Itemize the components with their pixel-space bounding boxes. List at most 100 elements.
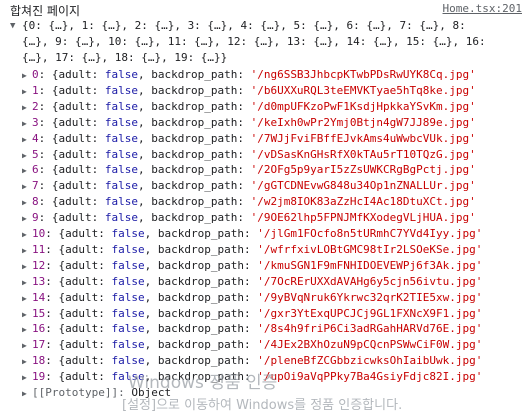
backdrop-key: , backdrop_path: bbox=[144, 274, 258, 288]
entry-open-text: {adult: bbox=[58, 258, 112, 272]
prototype-value: Object bbox=[131, 386, 172, 399]
entry-index: 2 bbox=[32, 99, 39, 113]
backdrop-key: , backdrop_path: bbox=[137, 83, 251, 97]
entry-open-text: {adult: bbox=[58, 338, 112, 352]
backdrop-path-value: '/kmuSGN1F9mFNHIDOEVEWPj6f3Ak.jpg' bbox=[257, 258, 483, 272]
object-summary-line-3[interactable]: {…}, 17: {…}, 18: {…}, 19: {…}} bbox=[22, 51, 524, 64]
entry-open-text: {adult: bbox=[51, 147, 105, 161]
entry-row[interactable]: ▶ 18: {adult: false, backdrop_path: '/ple… bbox=[22, 352, 528, 369]
adult-value: false bbox=[111, 274, 145, 288]
backdrop-key: , backdrop_path: bbox=[144, 322, 258, 336]
expand-arrow-icon[interactable]: ▶ bbox=[22, 99, 32, 115]
entry-index: 11 bbox=[32, 242, 46, 256]
entry-open-text: {adult: bbox=[51, 163, 105, 177]
entry-open-text: {adult: bbox=[58, 306, 112, 320]
entry-index: 15 bbox=[32, 306, 46, 320]
entry-row[interactable]: ▶ 2: {adult: false, backdrop_path: '/d0mp… bbox=[22, 98, 528, 115]
entry-row[interactable]: ▶ 3: {adult: false, backdrop_path: '/keIx… bbox=[22, 114, 528, 131]
expand-arrow-icon[interactable]: ▶ bbox=[22, 67, 32, 83]
entry-index: 19 bbox=[32, 370, 46, 384]
expand-arrow-icon[interactable]: ▶ bbox=[22, 274, 32, 290]
object-summary-text-2: {…}, 9: {…}, 10: {…}, 11: {…}, 12: {…}, … bbox=[22, 35, 486, 48]
entry-row[interactable]: ▶ 15: {adult: false, backdrop_path: '/gxr… bbox=[22, 305, 528, 322]
expand-arrow-icon[interactable]: ▶ bbox=[22, 115, 32, 131]
entry-index: 7 bbox=[32, 179, 39, 193]
expand-arrow-icon[interactable]: ▶ bbox=[22, 321, 32, 337]
expand-arrow-icon[interactable]: ▶ bbox=[22, 210, 32, 226]
entry-row[interactable]: ▶ 19: {adult: false, backdrop_path: '/upO… bbox=[22, 368, 528, 385]
entry-open-text: {adult: bbox=[58, 227, 112, 240]
expand-arrow-icon[interactable]: ▶ bbox=[22, 258, 32, 274]
entry-index: 3 bbox=[32, 115, 39, 129]
entry-open-text: {adult: bbox=[58, 290, 112, 304]
entry-index: 17 bbox=[32, 338, 46, 352]
entry-open-text: {adult: bbox=[51, 179, 105, 193]
entry-row[interactable]: ▶ 8: {adult: false, backdrop_path: '/w2jm… bbox=[22, 193, 528, 210]
backdrop-key: , backdrop_path: bbox=[137, 115, 251, 129]
entry-row[interactable]: ▶ 5: {adult: false, backdrop_path: '/vDSa… bbox=[22, 146, 528, 163]
source-link[interactable]: Home.tsx:201 bbox=[443, 2, 522, 15]
entry-row[interactable]: ▶ 6: {adult: false, backdrop_path: '/2OFg… bbox=[22, 161, 528, 178]
collapse-arrow-icon[interactable]: ▼ bbox=[10, 21, 20, 31]
entry-index: 6 bbox=[32, 163, 39, 177]
backdrop-path-value: '/jlGm1FOcfo8n5tURmhC7YVd4Iyy.jpg' bbox=[257, 227, 483, 240]
adult-value: false bbox=[104, 83, 138, 97]
expand-arrow-icon[interactable]: ▶ bbox=[22, 83, 32, 99]
expand-arrow-icon[interactable]: ▶ bbox=[22, 178, 32, 194]
expand-arrow-icon[interactable]: ▶ bbox=[22, 242, 32, 258]
adult-value: false bbox=[104, 131, 138, 145]
backdrop-key: , backdrop_path: bbox=[137, 163, 251, 177]
expand-arrow-icon[interactable]: ▶ bbox=[22, 385, 32, 401]
entry-row[interactable]: ▶ 12: {adult: false, backdrop_path: '/kmu… bbox=[22, 257, 528, 274]
prototype-row[interactable]: ▶ [[Prototype]]: Object bbox=[22, 384, 528, 401]
adult-value: false bbox=[104, 147, 138, 161]
expand-arrow-icon[interactable]: ▶ bbox=[22, 194, 32, 210]
entry-open-text: {adult: bbox=[51, 115, 105, 129]
entry-row[interactable]: ▶ 14: {adult: false, backdrop_path: '/9yB… bbox=[22, 289, 528, 306]
entry-row[interactable]: ▶ 17: {adult: false, backdrop_path: '/4JE… bbox=[22, 336, 528, 353]
backdrop-key: , backdrop_path: bbox=[144, 306, 258, 320]
backdrop-path-value: '/9OE62lhp5FPNJMfKXodegVLjHUA.jpg' bbox=[250, 211, 476, 225]
entry-row[interactable]: ▶ 7: {adult: false, backdrop_path: '/gGTC… bbox=[22, 177, 528, 194]
expand-arrow-icon[interactable]: ▶ bbox=[22, 337, 32, 353]
entry-row[interactable]: ▶ 0: {adult: false, backdrop_path: '/ng6S… bbox=[22, 66, 528, 83]
adult-value: false bbox=[111, 370, 145, 384]
entry-row[interactable]: ▶ 16: {adult: false, backdrop_path: '/8s4… bbox=[22, 320, 528, 337]
expand-arrow-icon[interactable]: ▶ bbox=[22, 147, 32, 163]
entry-index: 1 bbox=[32, 83, 39, 97]
backdrop-key: , backdrop_path: bbox=[137, 211, 251, 225]
adult-value: false bbox=[111, 322, 145, 336]
expand-arrow-icon[interactable]: ▶ bbox=[22, 353, 32, 369]
entry-row[interactable]: ▶ 13: {adult: false, backdrop_path: '/7Oc… bbox=[22, 273, 528, 290]
object-summary-line-2[interactable]: i{…}, 9: {…}, 10: {…}, 11: {…}, 12: {…},… bbox=[22, 35, 524, 48]
adult-value: false bbox=[104, 115, 138, 129]
expand-arrow-icon[interactable]: ▶ bbox=[22, 369, 32, 385]
entry-row[interactable]: ▶ 9: {adult: false, backdrop_path: '/9OE6… bbox=[22, 209, 528, 226]
backdrop-key: , backdrop_path: bbox=[144, 227, 258, 240]
backdrop-path-value: '/keIxh0wPr2Ymj0Btjn4gW7JJ89e.jpg' bbox=[250, 115, 476, 129]
entry-open-text: {adult: bbox=[51, 83, 105, 97]
backdrop-key: , backdrop_path: bbox=[137, 131, 251, 145]
entry-row[interactable]: ▶ 10: {adult: false, backdrop_path: '/jlG… bbox=[22, 225, 528, 242]
entry-row[interactable]: ▶ 11: {adult: false, backdrop_path: '/wfr… bbox=[22, 241, 528, 258]
backdrop-path-value: '/pleneBfZCGbbzicwksOhIaibUwk.jpg' bbox=[257, 354, 483, 368]
backdrop-path-value: '/ng6SSB3JhbcpKTwbPDsRwUYK8Cq.jpg' bbox=[250, 68, 476, 81]
object-summary-line-1[interactable]: {0: {…}, 1: {…}, 2: {…}, 3: {…}, 4: {…},… bbox=[22, 19, 524, 32]
expand-arrow-icon[interactable]: ▶ bbox=[22, 290, 32, 306]
entry-index: 16 bbox=[32, 322, 46, 336]
expand-arrow-icon[interactable]: ▶ bbox=[22, 131, 32, 147]
entry-row[interactable]: ▶ 4: {adult: false, backdrop_path: '/7WJj… bbox=[22, 130, 528, 147]
expand-arrow-icon[interactable]: ▶ bbox=[22, 162, 32, 178]
backdrop-path-value: '/4JEx2BXhOzuN9pCQcnPSWwCiF0W.jpg' bbox=[257, 338, 483, 352]
entry-index: 0 bbox=[32, 68, 39, 81]
backdrop-key: , backdrop_path: bbox=[137, 68, 251, 81]
entry-open-text: {adult: bbox=[51, 211, 105, 225]
expand-arrow-icon[interactable]: ▶ bbox=[22, 306, 32, 322]
expand-arrow-icon[interactable]: ▶ bbox=[22, 226, 32, 242]
backdrop-key: , backdrop_path: bbox=[144, 242, 258, 256]
adult-value: false bbox=[111, 227, 145, 240]
entry-open-text: {adult: bbox=[51, 131, 105, 145]
log-label: 합쳐진 페이지 bbox=[10, 4, 81, 18]
backdrop-key: , backdrop_path: bbox=[144, 370, 258, 384]
entry-row[interactable]: ▶ 1: {adult: false, backdrop_path: '/b6UX… bbox=[22, 82, 528, 99]
